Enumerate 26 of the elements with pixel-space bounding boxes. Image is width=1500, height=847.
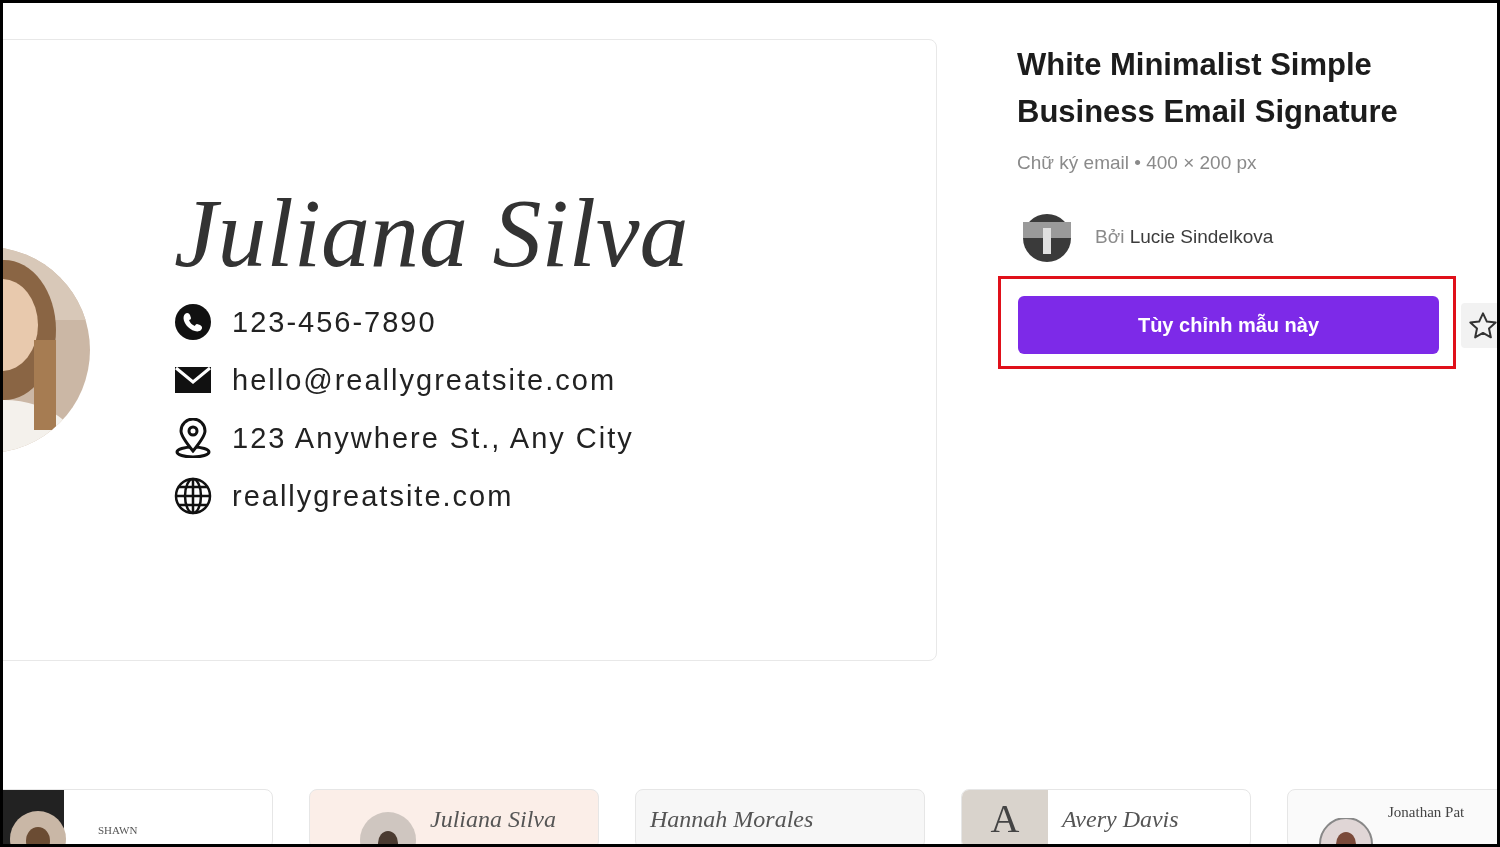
contact-text: 123-456-7890 <box>232 304 437 340</box>
thumbnail-name: SHAWN <box>98 822 138 838</box>
signature-name: Juliana Silva <box>174 178 689 289</box>
favorite-button[interactable] <box>1461 303 1497 348</box>
mail-icon <box>174 365 212 396</box>
customize-button[interactable]: Tùy chỉnh mẫu này <box>1018 296 1439 354</box>
template-thumbnail[interactable]: Hannah Morales <box>635 789 925 844</box>
thumbnail-name: Hannah Morales <box>650 805 814 834</box>
location-pin-icon <box>174 418 212 459</box>
template-thumbnail[interactable]: Juliana Silva <box>309 789 599 844</box>
author-line: Bởi Lucie Sindelkova <box>1095 225 1274 250</box>
contact-text: hello@reallygreatsite.com <box>232 362 617 398</box>
template-title: White Minimalist Simple Business Email Signature <box>1017 46 1399 131</box>
contact-text: reallygreatsite.com <box>232 478 514 514</box>
template-thumbnail[interactable]: SHAWN <box>3 789 273 844</box>
template-thumbnail[interactable]: Jonathan Pat <box>1287 789 1497 844</box>
globe-icon <box>174 477 212 516</box>
thumbnail-name: Avery Davis <box>1062 805 1179 834</box>
thumbnail-name: Jonathan Pat <box>1388 802 1465 822</box>
thumbnail-name: Juliana Silva <box>430 805 556 834</box>
template-meta: Chữ ký email • 400 × 200 px <box>1017 151 1258 175</box>
template-thumbnail[interactable]: A Avery Davis <box>961 789 1251 844</box>
phone-icon <box>174 303 212 342</box>
contact-text: 123 Anywhere St., Any City <box>232 420 634 456</box>
monogram-letter: A <box>962 790 1048 844</box>
author-avatar <box>1023 213 1071 262</box>
